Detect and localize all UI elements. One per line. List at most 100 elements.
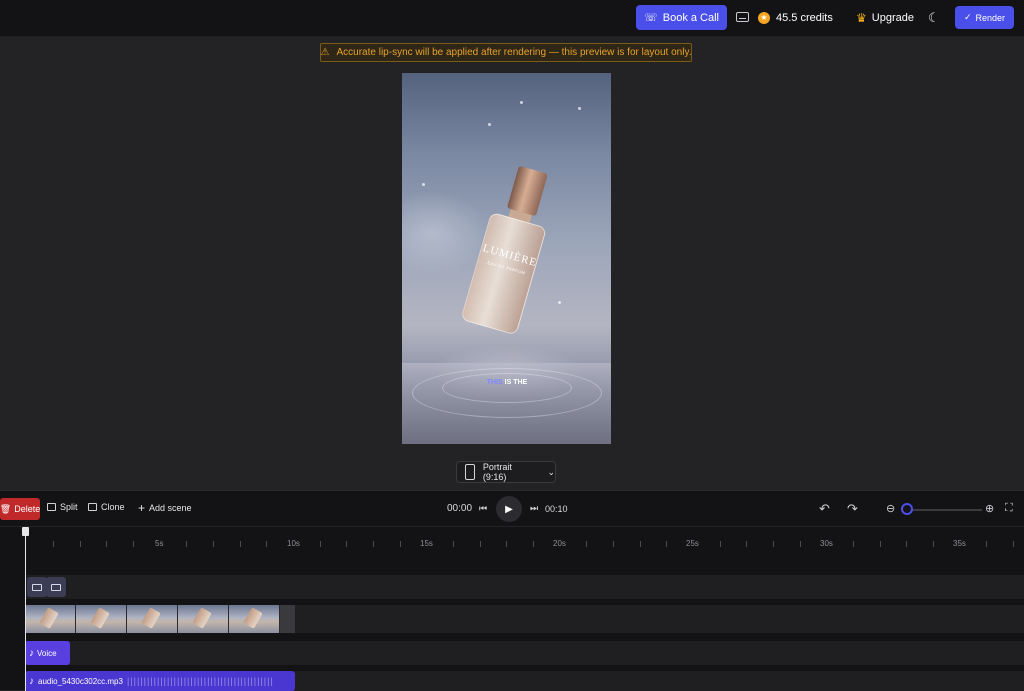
ruler-label: 25s <box>686 539 699 548</box>
video-clip[interactable] <box>25 605 295 633</box>
caption-clip-icon <box>32 583 42 591</box>
video-thumbnail <box>229 605 280 633</box>
add-scene-label: Add scene <box>149 503 192 513</box>
sparkle <box>422 183 425 186</box>
ruler-tick <box>506 541 507 547</box>
caption-rest: IS THE <box>502 379 528 386</box>
keyboard-icon[interactable] <box>736 12 749 22</box>
undo-icon[interactable]: ↶ <box>819 501 830 517</box>
ruler-tick <box>533 541 534 547</box>
ruler-label: 5s <box>155 539 164 548</box>
ruler-label: 35s <box>953 539 966 548</box>
skip-back-icon[interactable]: ⏮ <box>479 503 487 514</box>
skip-forward-icon[interactable]: ⏭ <box>530 503 538 514</box>
play-icon: ▶ <box>505 503 513 515</box>
ruler-tick <box>906 541 907 547</box>
crown-icon: ♛ <box>856 11 867 25</box>
play-button[interactable]: ▶ <box>496 496 522 522</box>
upgrade-label: Upgrade <box>871 12 914 24</box>
timeline-panel: 🗑 Delete Split Clone + Add scene 00:00 ⏮… <box>0 490 1024 691</box>
redo-icon[interactable]: ↷ <box>847 501 858 517</box>
video-thumbnail <box>178 605 229 633</box>
ruler-tick <box>373 541 374 547</box>
zoom-slider-handle[interactable] <box>901 503 913 515</box>
sparkle <box>520 101 523 104</box>
fit-screen-icon[interactable]: ⛶ <box>1005 502 1013 515</box>
zoom-slider-track[interactable] <box>906 509 982 511</box>
voice-track[interactable] <box>25 641 1024 665</box>
aspect-ratio-select[interactable]: Portrait (9:16) ⌄ <box>456 461 556 483</box>
ruler-tick <box>640 541 641 547</box>
voice-clip[interactable]: ♪ Voice <box>25 641 70 665</box>
aspect-ratio-label: Portrait (9:16) <box>482 462 512 482</box>
ruler-label: 30s <box>820 539 833 548</box>
zoom-out-icon[interactable]: ⊖ <box>886 502 895 515</box>
playhead-handle[interactable] <box>22 527 29 536</box>
audio-waveform: ||||||||||||||||||||||||||||||||||||||||… <box>126 676 274 686</box>
render-label: Render <box>975 12 1006 23</box>
add-scene-button[interactable]: + Add scene <box>138 502 192 514</box>
ruler-tick <box>213 541 214 547</box>
ruler-tick <box>853 541 854 547</box>
ruler-tick <box>746 541 747 547</box>
coin-icon: ★ <box>758 12 770 24</box>
ruler-tick <box>800 541 801 547</box>
ruler-label: 20s <box>553 539 566 548</box>
sparkle <box>578 107 581 110</box>
ruler-tick <box>880 541 881 547</box>
video-preview[interactable]: LUMIÈRE EAU DE PARFUM THIS IS THE <box>402 73 611 444</box>
music-note-icon: ♪ <box>29 647 34 659</box>
warning-icon: ⚠ <box>320 47 330 58</box>
portrait-phone-icon <box>465 464 475 480</box>
ruler-tick <box>106 541 107 547</box>
check-icon: ✓ <box>963 12 972 22</box>
audio-clip-label: audio_5430c302cc.mp3 <box>38 676 123 686</box>
caption-clip[interactable] <box>46 577 66 597</box>
subtitle-caption: THIS IS THE <box>484 379 530 386</box>
trash-icon: 🗑 <box>0 503 12 514</box>
audio-clip[interactable]: ♪ audio_5430c302cc.mp3 |||||||||||||||||… <box>25 671 295 691</box>
current-time: 00:00 <box>447 503 473 514</box>
ruler-tick <box>453 541 454 547</box>
ruler-tick <box>1013 541 1014 547</box>
bottle-glass: LUMIÈRE EAU DE PARFUM <box>460 211 547 336</box>
video-thumbnail <box>76 605 127 633</box>
ruler-tick <box>400 541 401 547</box>
delete-button[interactable]: 🗑 Delete <box>0 498 40 520</box>
ruler-tick <box>133 541 134 547</box>
chevron-down-icon: ⌄ <box>547 466 555 477</box>
ruler-tick <box>613 541 614 547</box>
time-ruler[interactable]: 5s 10s 15s 20s 25s 30s 35s <box>0 527 1024 557</box>
playhead-line[interactable] <box>25 527 26 691</box>
sparkle <box>488 123 491 126</box>
credits-display[interactable]: ★ 45.5 credits <box>758 10 833 26</box>
ruler-tick <box>186 541 187 547</box>
clone-button[interactable]: Clone <box>88 502 125 512</box>
render-button[interactable]: ✓ Render <box>955 6 1014 29</box>
ruler-tick <box>586 541 587 547</box>
delete-label: Delete <box>14 504 41 514</box>
split-button[interactable]: Split <box>47 502 78 512</box>
ruler-tick <box>53 541 54 547</box>
warning-text: Accurate lip-sync will be applied after … <box>336 47 692 58</box>
ruler-tick <box>320 541 321 547</box>
video-thumbnail <box>127 605 178 633</box>
ruler-tick <box>773 541 774 547</box>
book-call-label: Book a Call <box>662 11 720 24</box>
clone-label: Clone <box>101 502 125 512</box>
caption-highlight: THIS <box>486 379 503 386</box>
upgrade-button[interactable]: ♛ Upgrade <box>856 10 914 26</box>
sparkle <box>558 301 561 304</box>
dark-mode-toggle-icon[interactable]: ☾ <box>928 11 940 24</box>
music-note-icon: ♪ <box>29 675 34 687</box>
ruler-tick <box>240 541 241 547</box>
ruler-tick <box>80 541 81 547</box>
zoom-in-icon[interactable]: ⊕ <box>985 502 994 515</box>
clone-icon <box>88 503 97 511</box>
total-time: 00:10 <box>545 504 568 514</box>
timeline-toolbar: 🗑 Delete Split Clone + Add scene 00:00 ⏮… <box>0 491 1024 527</box>
caption-clip[interactable] <box>27 577 47 597</box>
book-call-button[interactable]: ☏ Book a Call <box>636 5 727 30</box>
caption-track[interactable] <box>25 575 1024 599</box>
ruler-tick <box>480 541 481 547</box>
